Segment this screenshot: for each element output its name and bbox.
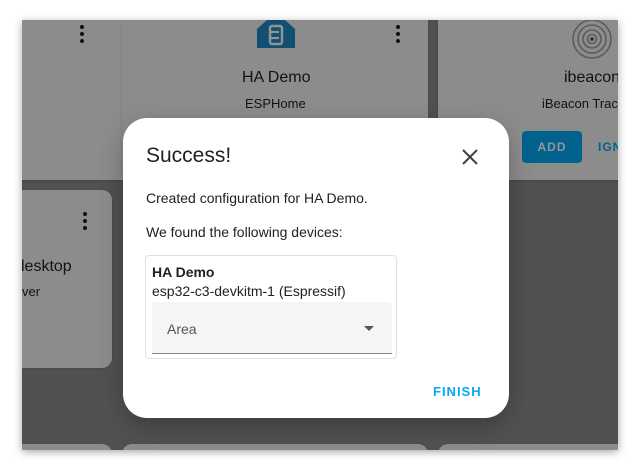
device-entry: HA Demo esp32-c3-devkitm-1 (Espressif) A… — [145, 255, 397, 359]
close-icon[interactable] — [460, 147, 480, 167]
found-devices-text: We found the following devices: — [146, 224, 343, 240]
area-select-label: Area — [167, 321, 197, 337]
created-config-text: Created configuration for HA Demo. — [146, 190, 368, 206]
success-dialog: Success! Created configuration for HA De… — [123, 118, 509, 418]
chevron-down-icon — [364, 326, 374, 331]
device-model: esp32-c3-devkitm-1 (Espressif) — [152, 283, 346, 299]
dialog-title: Success! — [146, 144, 232, 167]
area-select[interactable]: Area — [152, 302, 392, 354]
finish-button[interactable]: FINISH — [433, 384, 482, 399]
device-name: HA Demo — [152, 264, 215, 280]
